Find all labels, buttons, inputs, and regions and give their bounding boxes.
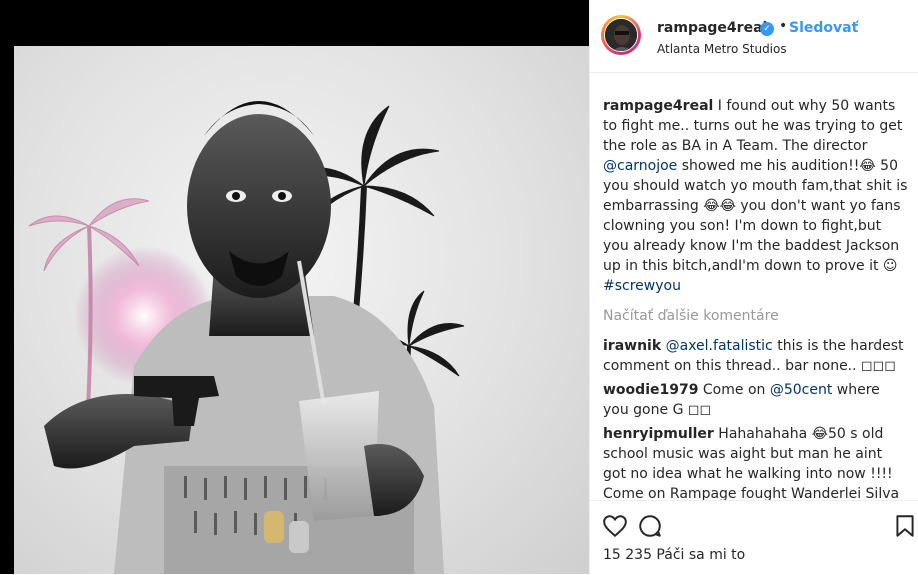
poster-illustration <box>28 101 465 574</box>
comment-username[interactable]: irawnik <box>603 338 661 354</box>
comment-username[interactable]: henryipmuller <box>603 426 714 442</box>
caption-username[interactable]: rampage4real <box>603 98 713 114</box>
post-footer: 15 235 Páči sa mi to <box>590 500 918 575</box>
comment-text-pre: Come on <box>698 382 770 398</box>
post-modal: rampage4real ✓ • Sledovať Atlanta Metro … <box>0 0 918 574</box>
bookmark-icon[interactable] <box>892 513 918 539</box>
post-photo[interactable] <box>14 46 589 574</box>
likes-count[interactable]: 15 235 Páči sa mi to <box>603 547 745 563</box>
post-caption: rampage4real I found out why 50 wants to… <box>603 96 908 296</box>
verified-badge-icon: ✓ <box>760 22 774 36</box>
post-location[interactable]: Atlanta Metro Studios <box>657 42 787 56</box>
comment-icon[interactable] <box>637 513 663 539</box>
avatar-photo <box>604 18 638 52</box>
comment-username[interactable]: woodie1979 <box>603 382 698 398</box>
post-header: rampage4real ✓ • Sledovať Atlanta Metro … <box>590 0 918 73</box>
follow-button[interactable]: Sledovať <box>789 20 858 36</box>
caption-mention[interactable]: @carnojoe <box>603 158 677 174</box>
comments-list: rampage4real I found out why 50 wants to… <box>603 96 908 508</box>
load-more-comments-button[interactable]: Načítať ďalšie komentáre <box>603 306 908 326</box>
post-media-pane <box>0 0 589 574</box>
avatar[interactable] <box>601 15 641 55</box>
separator-dot: • <box>779 18 788 34</box>
post-side-panel: rampage4real ✓ • Sledovať Atlanta Metro … <box>589 0 918 574</box>
caption-text-part2: showed me his audition!!😂 50 you should … <box>603 158 908 274</box>
caption-hashtag[interactable]: #screwyou <box>603 278 681 294</box>
comment-mention[interactable]: @axel.fatalistic <box>666 338 773 354</box>
post-username[interactable]: rampage4real <box>657 20 767 36</box>
comment-item: woodie1979 Come on @50cent where you gon… <box>603 380 908 420</box>
comment-item: irawnik @axel.fatalistic this is the har… <box>603 336 908 376</box>
comment-mention[interactable]: @50cent <box>770 382 833 398</box>
comment-item: henryipmuller Hahahahaha 😂50 s old schoo… <box>603 424 908 504</box>
heart-icon[interactable] <box>602 513 628 539</box>
